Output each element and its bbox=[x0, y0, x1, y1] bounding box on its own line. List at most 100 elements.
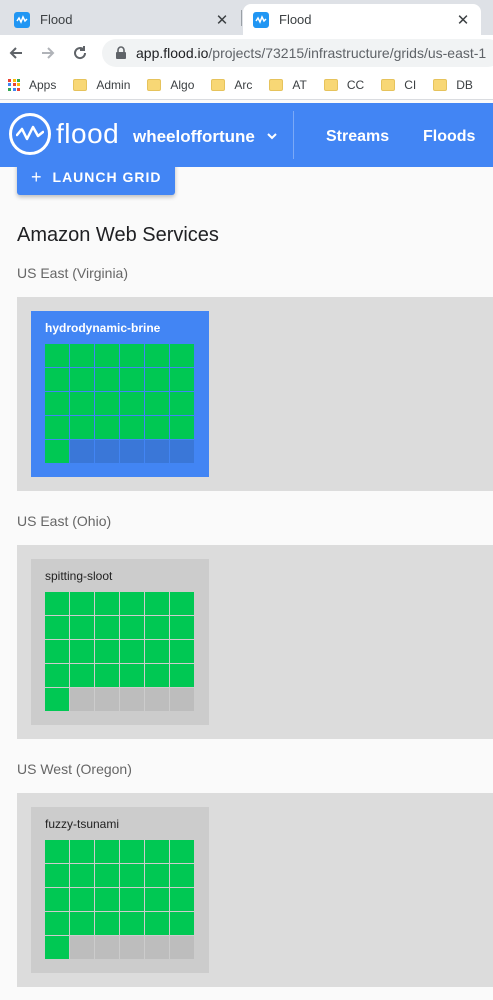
grid-node bbox=[120, 640, 144, 663]
grid-node bbox=[45, 688, 69, 711]
forward-arrow-icon[interactable] bbox=[32, 37, 64, 69]
grid-node bbox=[45, 616, 69, 639]
grid-node bbox=[70, 640, 94, 663]
grid-nodes bbox=[45, 344, 194, 464]
grid-node bbox=[45, 344, 69, 367]
grid-node bbox=[170, 592, 194, 615]
nav-streams[interactable]: Streams bbox=[326, 128, 389, 146]
logo-text: flood bbox=[56, 118, 120, 149]
grid-node bbox=[170, 840, 194, 863]
grid-node bbox=[45, 840, 69, 863]
grid-node bbox=[120, 840, 144, 863]
grid-node bbox=[170, 688, 194, 711]
grid-node bbox=[145, 936, 169, 959]
browser-tab-1[interactable]: Flood ✕ bbox=[4, 4, 240, 35]
grid-name: spitting-sloot bbox=[45, 569, 113, 583]
grid-card[interactable]: fuzzy-tsunami bbox=[31, 807, 209, 973]
grid-node bbox=[120, 440, 144, 463]
grid-node bbox=[170, 936, 194, 959]
grid-node bbox=[145, 864, 169, 887]
grid-node bbox=[145, 688, 169, 711]
grid-node bbox=[145, 416, 169, 439]
bookmark-folder[interactable]: Admin bbox=[73, 78, 130, 92]
grid-card[interactable]: hydrodynamic-brine bbox=[31, 311, 209, 477]
grid-node bbox=[45, 592, 69, 615]
folder-icon bbox=[433, 78, 448, 91]
grid-node bbox=[120, 888, 144, 911]
grid-node bbox=[145, 664, 169, 687]
bookmark-folder[interactable]: Algo bbox=[147, 78, 194, 92]
back-arrow-icon[interactable] bbox=[0, 37, 32, 69]
grid-node bbox=[170, 392, 194, 415]
address-bar[interactable]: app.flood.io/projects/73215/infrastructu… bbox=[102, 39, 493, 67]
grid-node bbox=[70, 864, 94, 887]
folder-icon bbox=[323, 78, 338, 91]
bookmark-label: DB bbox=[456, 77, 473, 92]
app-header: flood wheeloffortune Streams Floods bbox=[0, 103, 493, 167]
grid-node bbox=[45, 936, 69, 959]
tab-close-icon[interactable]: ✕ bbox=[214, 11, 230, 29]
grid-node bbox=[95, 664, 119, 687]
grid-node bbox=[170, 912, 194, 935]
browser-tab-2[interactable]: Flood ✕ bbox=[243, 4, 481, 35]
bookmark-label: CI bbox=[404, 77, 417, 92]
grid-node bbox=[45, 912, 69, 935]
grid-name: hydrodynamic-brine bbox=[45, 321, 161, 335]
bookmark-folder[interactable]: AT bbox=[269, 78, 307, 92]
grid-node bbox=[95, 640, 119, 663]
lock-icon bbox=[116, 46, 126, 59]
browser-tabstrip: Flood ✕ Flood ✕ bbox=[0, 0, 493, 35]
grid-node bbox=[70, 936, 94, 959]
flood-logo[interactable]: flood bbox=[9, 113, 119, 155]
provider-title: Amazon Web Services bbox=[17, 224, 219, 246]
grid-node bbox=[70, 664, 94, 687]
bookmark-apps[interactable]: Apps bbox=[8, 78, 56, 92]
bookmark-label: Arc bbox=[234, 77, 253, 92]
grid-node bbox=[170, 864, 194, 887]
workspace-name: wheeloffortune bbox=[133, 127, 255, 146]
grid-node bbox=[120, 416, 144, 439]
tab-close-icon[interactable]: ✕ bbox=[455, 11, 471, 29]
grid-node bbox=[120, 936, 144, 959]
region-label: US East (Ohio) bbox=[17, 513, 112, 529]
apps-grid-icon bbox=[8, 78, 20, 91]
grid-node bbox=[145, 440, 169, 463]
bookmark-label: Apps bbox=[29, 77, 57, 92]
nav-floods[interactable]: Floods bbox=[423, 128, 475, 146]
bookmark-folder[interactable]: CC bbox=[323, 78, 364, 92]
grid-node bbox=[95, 888, 119, 911]
grid-node bbox=[170, 344, 194, 367]
grid-node bbox=[95, 440, 119, 463]
folder-icon bbox=[381, 78, 396, 91]
bookmarks-bar: Apps Admin Algo Arc AT CC CI DB bbox=[0, 70, 493, 100]
grid-node bbox=[95, 912, 119, 935]
grid-node bbox=[145, 344, 169, 367]
reload-icon[interactable] bbox=[64, 37, 96, 69]
grid-node bbox=[120, 616, 144, 639]
folder-icon bbox=[147, 78, 162, 91]
bookmark-folder[interactable]: DB bbox=[433, 78, 473, 92]
grid-node bbox=[70, 688, 94, 711]
grid-card[interactable]: spitting-sloot bbox=[31, 559, 209, 725]
flood-logo-icon bbox=[9, 113, 51, 155]
grid-node bbox=[70, 440, 94, 463]
grid-nodes bbox=[45, 592, 194, 712]
grid-node bbox=[170, 664, 194, 687]
bookmark-folder[interactable]: CI bbox=[381, 78, 416, 92]
grid-node bbox=[120, 592, 144, 615]
launch-grid-label: LAUNCH GRID bbox=[52, 169, 162, 185]
grid-node bbox=[70, 616, 94, 639]
workspace-selector[interactable]: wheeloffortune bbox=[133, 127, 277, 147]
grid-node bbox=[120, 344, 144, 367]
grid-node bbox=[70, 592, 94, 615]
grid-node bbox=[45, 864, 69, 887]
url-host: app.flood.io bbox=[136, 45, 209, 61]
bookmark-folder[interactable]: Arc bbox=[211, 78, 252, 92]
grid-name: fuzzy-tsunami bbox=[45, 817, 120, 831]
grid-node bbox=[45, 888, 69, 911]
region-label: US East (Virginia) bbox=[17, 265, 129, 281]
region-panel: fuzzy-tsunami bbox=[17, 793, 493, 987]
url-path: /projects/73215/infrastructure/grids/us-… bbox=[208, 45, 487, 61]
region-panel: spitting-sloot bbox=[17, 545, 493, 739]
bookmark-label: Admin bbox=[96, 77, 131, 92]
